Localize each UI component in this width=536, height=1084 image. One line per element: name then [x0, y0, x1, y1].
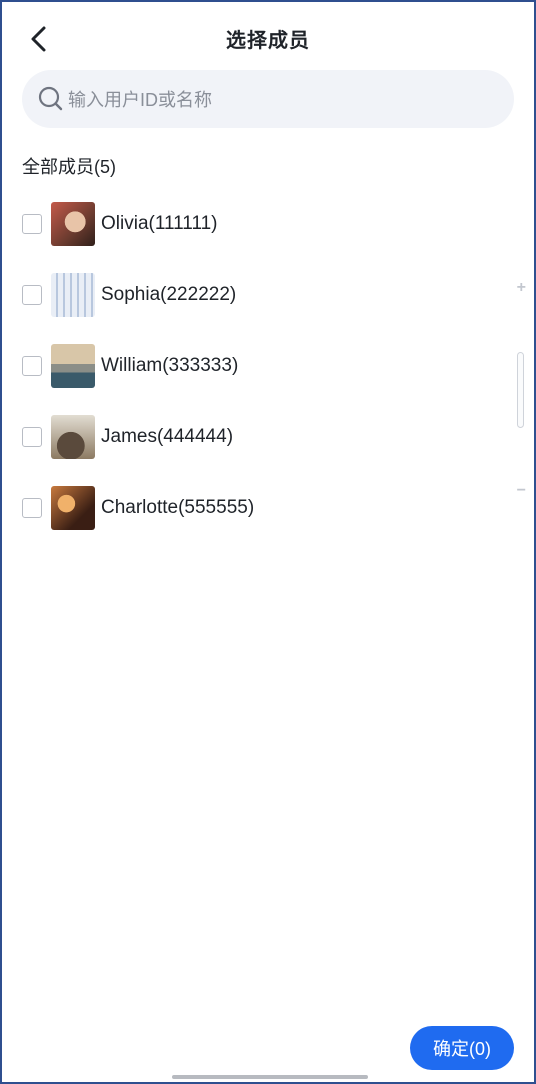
avatar — [51, 485, 95, 530]
avatar — [51, 414, 95, 459]
search-bar[interactable] — [22, 70, 514, 130]
member-row[interactable]: Sophia(222222) — [2, 259, 534, 330]
section-label: 全部成员(5) — [22, 157, 116, 177]
search-input[interactable] — [66, 70, 490, 130]
avatar — [51, 343, 95, 388]
member-list: Olivia(111111) Sophia(222222) William(33… — [2, 188, 534, 543]
search-icon — [38, 86, 63, 111]
zoom-in-button[interactable]: + — [517, 279, 526, 297]
avatar — [51, 272, 95, 317]
member-name: Sophia(222222) — [101, 283, 237, 305]
member-checkbox[interactable] — [22, 426, 42, 447]
member-row[interactable]: William(333333) — [2, 330, 534, 401]
member-checkbox[interactable] — [22, 355, 42, 376]
member-row[interactable]: Olivia(111111) — [2, 188, 534, 259]
page-title: 选择成员 — [226, 30, 310, 52]
member-checkbox[interactable] — [22, 284, 42, 305]
avatar — [51, 201, 95, 246]
member-checkbox[interactable] — [22, 497, 42, 518]
member-name: James(444444) — [101, 425, 234, 447]
member-checkbox[interactable] — [22, 213, 42, 234]
zoom-out-button[interactable]: − — [517, 482, 526, 500]
confirm-button[interactable]: 确定(0) — [410, 1026, 514, 1070]
member-name: Olivia(111111) — [101, 212, 218, 234]
member-row[interactable]: Charlotte(555555) — [2, 472, 534, 543]
member-name: Charlotte(555555) — [101, 496, 255, 518]
scrollbar[interactable] — [517, 352, 524, 428]
member-row[interactable]: James(444444) — [2, 401, 534, 472]
navigation-bar: 选择成员 — [2, 2, 534, 72]
app-frame: 选择成员 全部成员(5) Olivia(111111) Sophia(22222… — [0, 0, 536, 1084]
member-name: William(333333) — [101, 354, 239, 376]
home-indicator — [172, 1075, 368, 1079]
